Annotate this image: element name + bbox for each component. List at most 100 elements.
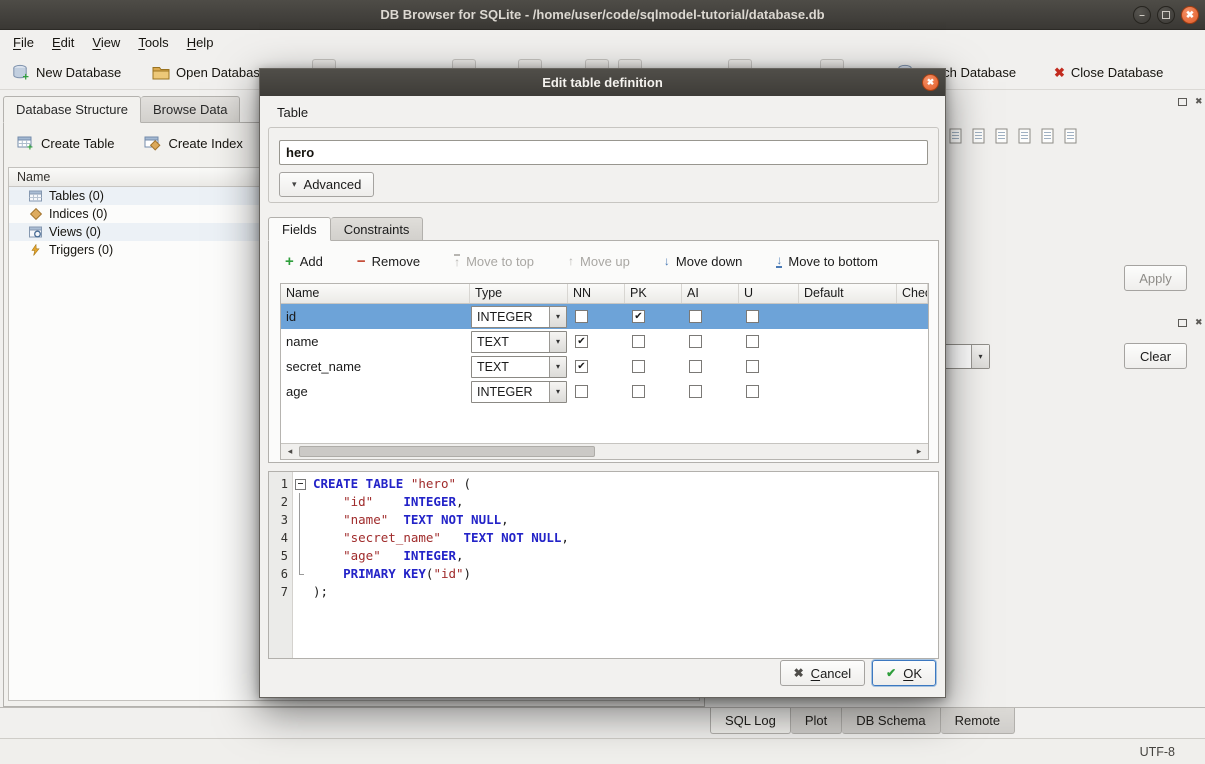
tab-constraints[interactable]: Constraints [331, 217, 424, 241]
field-name-cell: age [281, 379, 470, 404]
add-button[interactable]: +Add [279, 251, 329, 272]
dock-float-icon[interactable] [1178, 319, 1187, 327]
fold-marker [293, 565, 307, 583]
field-toolbar: +Add −Remove ↑Move to top ↑Move up ↓Move dow… [279, 246, 884, 276]
checkbox-pk[interactable] [632, 335, 645, 348]
field-default-cell [799, 329, 897, 354]
checkbox-pk[interactable] [632, 360, 645, 373]
checkbox-ai[interactable] [689, 310, 702, 323]
clear-button[interactable]: Clear [1124, 343, 1187, 369]
type-combo[interactable]: INTEGER▾ [471, 381, 567, 403]
maximize-button[interactable] [1157, 6, 1175, 24]
line-number: 1 [269, 475, 292, 493]
close-database-button[interactable]: ✖ Close Database [1048, 58, 1169, 87]
move-to-top-button[interactable]: ↑Move to top [448, 251, 540, 272]
close-database-icon: ✖ [1054, 65, 1065, 81]
checkbox-ai[interactable] [689, 360, 702, 373]
checkbox-nn[interactable]: ✔ [575, 360, 588, 373]
minimize-button[interactable]: – [1133, 6, 1151, 24]
move-up-button[interactable]: ↑Move up [562, 251, 636, 272]
fold-marker [293, 547, 307, 565]
column-header-default[interactable]: Default [799, 284, 897, 303]
checkbox-nn[interactable] [575, 310, 588, 323]
menu-view[interactable]: View [83, 32, 129, 53]
checkbox-ai[interactable] [689, 385, 702, 398]
scrollbar-thumb[interactable] [299, 446, 595, 457]
tab-plot[interactable]: Plot [791, 708, 842, 734]
checkbox-ai[interactable] [689, 335, 702, 348]
fold-markers[interactable] [293, 472, 307, 658]
status-bar: UTF-8 [0, 738, 1205, 764]
dock-controls-top: ✖ [1178, 96, 1203, 107]
tab-db-schema[interactable]: DB Schema [842, 708, 940, 734]
horizontal-scrollbar[interactable]: ◂ ▸ [281, 443, 928, 459]
sql-line: ); [313, 583, 938, 601]
page-icon[interactable] [948, 128, 963, 144]
dock-close-icon[interactable]: ✖ [1195, 317, 1203, 328]
tab-remote[interactable]: Remote [941, 708, 1016, 734]
column-header-nn[interactable]: NN [568, 284, 625, 303]
page-icon[interactable] [971, 128, 986, 144]
apply-button[interactable]: Apply [1124, 265, 1187, 291]
column-header-name[interactable]: Name [281, 284, 470, 303]
create-index-button[interactable]: Create Index [137, 132, 249, 154]
page-icon[interactable] [1017, 128, 1032, 144]
dialog-buttons: ✖ Cancel ✔ OK [780, 660, 936, 686]
tab-fields[interactable]: Fields [268, 217, 331, 241]
tab-database-structure[interactable]: Database Structure [3, 96, 141, 123]
page-icon[interactable] [1040, 128, 1055, 144]
scroll-right-button[interactable]: ▸ [912, 446, 926, 457]
checkbox-nn[interactable]: ✔ [575, 335, 588, 348]
dock-close-icon[interactable]: ✖ [1195, 96, 1203, 107]
new-database-button[interactable]: + New Database [6, 58, 127, 87]
checkbox-pk[interactable] [632, 385, 645, 398]
menu-help[interactable]: Help [178, 32, 223, 53]
menu-tools[interactable]: Tools [129, 32, 177, 53]
dialog-titlebar[interactable]: Edit table definition ✖ [260, 69, 945, 96]
chevron-down-icon: ▾ [549, 357, 566, 377]
type-combo[interactable]: TEXT▾ [471, 356, 567, 378]
field-row-id[interactable]: idINTEGER▾✔ [281, 304, 928, 329]
page-icon[interactable] [1063, 128, 1078, 144]
tab-sql-log[interactable]: SQL Log [710, 708, 791, 734]
page-icon[interactable] [994, 128, 1009, 144]
move-to-bottom-button[interactable]: ↓Move to bottom [770, 251, 884, 272]
checkbox-u[interactable] [746, 335, 759, 348]
checkbox-pk[interactable]: ✔ [632, 310, 645, 323]
move-down-button[interactable]: ↓Move down [658, 251, 748, 272]
window-titlebar[interactable]: DB Browser for SQLite - /home/user/code/… [0, 0, 1205, 30]
open-database-button[interactable]: Open Database [146, 58, 273, 87]
remove-button[interactable]: −Remove [351, 251, 426, 272]
type-combo[interactable]: INTEGER▾ [471, 306, 567, 328]
checkbox-u[interactable] [746, 360, 759, 373]
chevron-down-icon: ▾ [549, 307, 566, 327]
column-header-type[interactable]: Type [470, 284, 568, 303]
dialog-close-button[interactable]: ✖ [922, 74, 939, 91]
column-header-u[interactable]: U [739, 284, 799, 303]
checkbox-u[interactable] [746, 310, 759, 323]
menu-file[interactable]: File [4, 32, 43, 53]
column-header-check[interactable]: Check [897, 284, 928, 303]
field-row-age[interactable]: ageINTEGER▾ [281, 379, 928, 404]
ok-icon: ✔ [886, 666, 896, 680]
scroll-left-button[interactable]: ◂ [283, 446, 297, 457]
fields-table: NameTypeNNPKAIUDefaultCheck idINTEGER▾✔n… [280, 283, 929, 460]
checkbox-nn[interactable] [575, 385, 588, 398]
tab-browse-data[interactable]: Browse Data [141, 96, 240, 123]
field-row-secret-name[interactable]: secret_nameTEXT▾✔ [281, 354, 928, 379]
cancel-button[interactable]: ✖ Cancel [780, 660, 866, 686]
structure-toolbar: + Create Table Create Index [10, 132, 250, 154]
create-table-button[interactable]: + Create Table [10, 132, 121, 154]
checkbox-u[interactable] [746, 385, 759, 398]
column-header-pk[interactable]: PK [625, 284, 682, 303]
field-row-name[interactable]: nameTEXT▾✔ [281, 329, 928, 354]
dock-float-icon[interactable] [1178, 98, 1187, 106]
field-check-cell [897, 354, 928, 379]
column-header-ai[interactable]: AI [682, 284, 739, 303]
window-close-button[interactable]: ✖ [1181, 6, 1199, 24]
advanced-toggle[interactable]: ▾ Advanced [279, 172, 374, 197]
ok-button[interactable]: ✔ OK [872, 660, 936, 686]
table-name-input[interactable] [279, 140, 928, 165]
type-combo[interactable]: TEXT▾ [471, 331, 567, 353]
menu-edit[interactable]: Edit [43, 32, 83, 53]
